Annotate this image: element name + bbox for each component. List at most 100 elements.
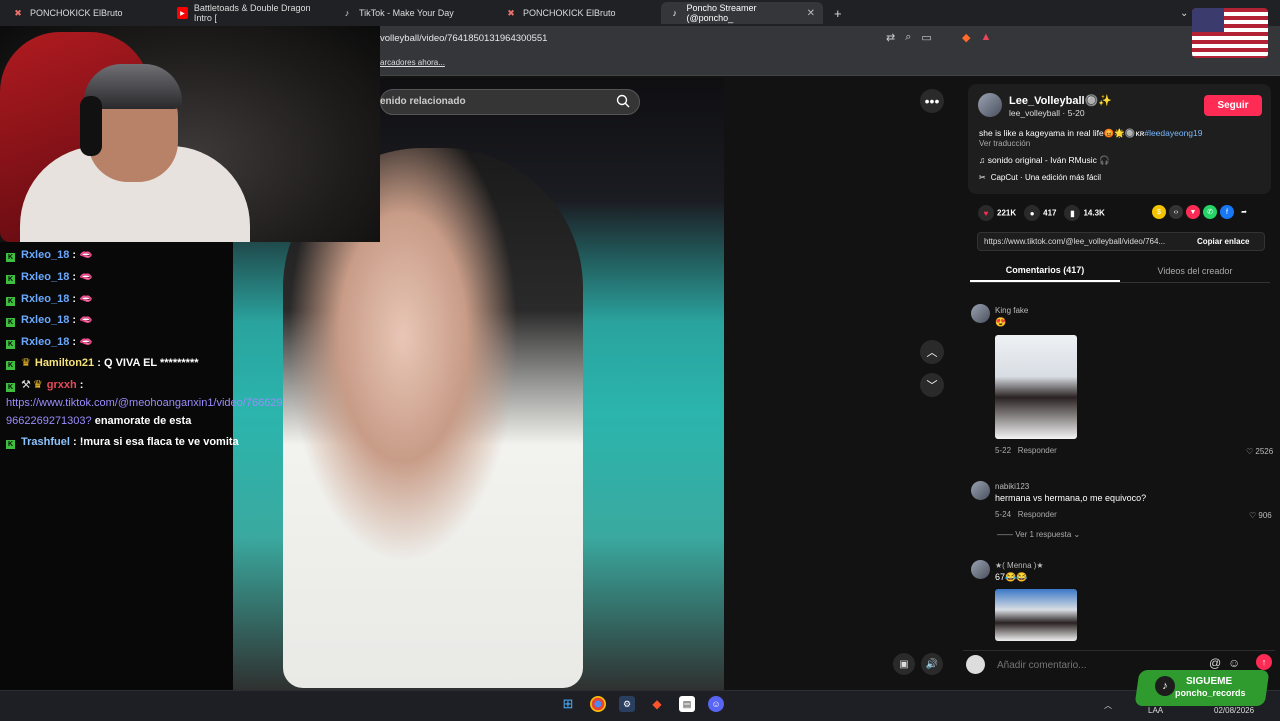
search-icon[interactable] [616,94,630,108]
browser-tab-3[interactable]: ♪ TikTok - Make Your Day [333,2,495,24]
comment-like[interactable]: ♡ 2526 [1246,447,1273,456]
more-options-button[interactable]: ••• [920,89,944,113]
cast-icon[interactable]: ▭ [921,31,931,44]
comment-user[interactable]: nabiki123 [995,482,1029,491]
clock-date[interactable]: 02/08/2026 [1214,706,1254,715]
chat-user[interactable]: Rxleo_18 [21,293,69,305]
chat-user[interactable]: Hamilton21 [35,357,94,369]
chat-user[interactable]: Rxleo_18 [21,314,69,326]
like-stat[interactable]: ♥ 221K [978,205,1016,221]
tab-creator-videos[interactable]: Videos del creador [1120,260,1270,282]
previous-video-button[interactable]: ︿ [920,340,944,364]
kick-badge-icon: K [6,440,15,449]
comment-avatar[interactable] [971,481,990,500]
comment-avatar[interactable] [971,304,990,323]
heart-icon: ♥ [978,205,994,221]
us-flag-overlay [1192,8,1268,58]
chat-message: 9662269271303? enamorate de esta [6,414,191,428]
browser-tab-active[interactable]: ♪ Poncho Streamer (@poncho_ ✕ [661,2,823,24]
mention-icon[interactable]: @ [1209,656,1221,670]
chat-link[interactable]: https://www.tiktok.com/@meohoanganxin1/v… [6,396,283,410]
share-arrow-icon[interactable]: ➦ [1237,205,1251,219]
tray-chevron-icon[interactable]: ︿ [1104,700,1112,711]
zoom-icon[interactable]: ⌕ [905,31,911,44]
chat-text: !mura si esa flaca te ve vomita [79,436,239,448]
next-video-button[interactable]: ﹀ [920,373,944,397]
search-input[interactable]: enido relacionado [380,96,466,107]
comment-date: 5-22 [995,446,1012,455]
emoji-icon[interactable]: ☺ [1228,656,1240,670]
facebook-icon[interactable]: f [1220,205,1234,219]
chat-user[interactable]: Trashfuel [21,436,70,448]
comment-image[interactable] [995,335,1077,439]
reply-button[interactable]: Responder [1018,446,1057,455]
coin-icon[interactable]: $ [1152,205,1166,219]
copy-link-button[interactable]: Copiar enlace [1197,237,1249,246]
comment-icon: ● [1024,205,1041,221]
chat-user[interactable]: Rxleo_18 [21,271,69,283]
browser-tab-1[interactable]: ✖ PONCHOKICK ElBruto [4,2,169,24]
bookmarks-prompt-link[interactable]: arcadores ahora... [380,58,445,67]
chat-text: 🫦 [79,249,93,261]
chat-link-text[interactable]: https://www.tiktok.com/@meohoanganxin1/v… [6,397,283,409]
brave-rewards-icon[interactable]: ▲ [980,31,991,44]
send-icon[interactable]: ▼ [1186,205,1200,219]
description-text: she is like a kageyama in real life😡🌟🔘ᴋʀ [979,128,1145,138]
embed-icon[interactable]: ‹› [1169,205,1183,219]
creator-name[interactable]: Lee_Volleyball🔘✨ [1009,94,1112,107]
capcut-link[interactable]: ✂ CapCut · Una edición más fácil [979,173,1101,182]
translate-icon[interactable]: ⇄ [886,31,895,44]
see-translation-link[interactable]: Ver traducción [979,139,1030,148]
comment-like[interactable]: ♡ 906 [1249,511,1272,520]
chat-text: 🫦 [79,336,93,348]
tab-label: TikTok - Make Your Day [359,8,454,18]
kick-badge-icon: K [6,275,15,284]
overlay-handle: poncho_records [1175,688,1246,698]
chat-message: K Rxleo_18 : 🫦 [6,249,93,262]
tab-comments[interactable]: Comentarios (417) [970,260,1120,282]
tab-list-chevron-icon[interactable]: ⌄ [1172,2,1192,24]
music-link[interactable]: ♫ sonido original - Iván RMusic 🎧 [979,155,1110,166]
chat-user[interactable]: Rxleo_18 [21,336,69,348]
comment-image[interactable] [995,589,1077,641]
volume-button[interactable]: 🔊 [921,653,943,675]
view-replies-link[interactable]: —— Ver 1 respuesta ⌄ [997,530,1080,539]
tab-label: PONCHOKICK ElBruto [523,8,616,18]
reply-button[interactable]: Responder [1018,510,1057,519]
kick-badge-icon: K [6,297,15,306]
new-tab-button[interactable]: + [826,2,846,24]
hashtag-link[interactable]: #leedayeong19 [1144,128,1202,138]
language-indicator[interactable]: LAA [1148,706,1163,715]
chat-user[interactable]: Rxleo_18 [21,249,69,261]
comment-user[interactable]: ★( Menna )★ [995,561,1044,570]
tab-label: Poncho Streamer (@poncho_ [686,3,757,23]
comment-text: 😍 [995,317,1007,327]
save-stat[interactable]: ▮ 14.3K [1064,205,1105,221]
close-tab-icon[interactable]: ✕ [807,8,815,19]
comment-avatar[interactable] [971,560,990,579]
windows-start-icon[interactable]: ⊞ [560,696,576,712]
creator-avatar[interactable] [978,93,1002,117]
brave-shield-icon[interactable]: ◆ [962,31,970,44]
browser-tab-2[interactable]: ▶ Battletoads & Double Dragon Intro [ [169,2,331,24]
chat-link-text[interactable]: 9662269271303? [6,415,92,427]
headset [80,96,102,156]
comment-date: 5-24 [995,510,1012,519]
browser-tab-4[interactable]: ✖ PONCHOKICK ElBruto [497,2,659,24]
comment-stat[interactable]: ● 417 [1024,205,1056,221]
send-comment-icon[interactable]: ↑ [1256,654,1272,670]
brave-icon[interactable]: ◆ [649,696,665,712]
chrome-icon[interactable] [590,696,606,712]
steam-icon[interactable]: ⚙ [619,696,635,712]
chat-text: enamorate de esta [94,415,192,427]
comment-user[interactable]: King fake [995,306,1028,315]
discord-icon[interactable]: ☺ [708,696,724,712]
url-text[interactable]: volleyball/video/7641850131964300551 [380,33,547,44]
pip-button[interactable]: ▣ [893,653,915,675]
follow-button[interactable]: Seguir [1204,95,1262,116]
whatsapp-icon[interactable]: ✆ [1203,205,1217,219]
comment-meta: 5-24 Responder [995,510,1057,519]
video-link-text[interactable]: https://www.tiktok.com/@lee_volleyball/v… [984,237,1165,246]
chat-user[interactable]: grxxh [47,379,77,391]
notes-icon[interactable]: ▤ [679,696,695,712]
